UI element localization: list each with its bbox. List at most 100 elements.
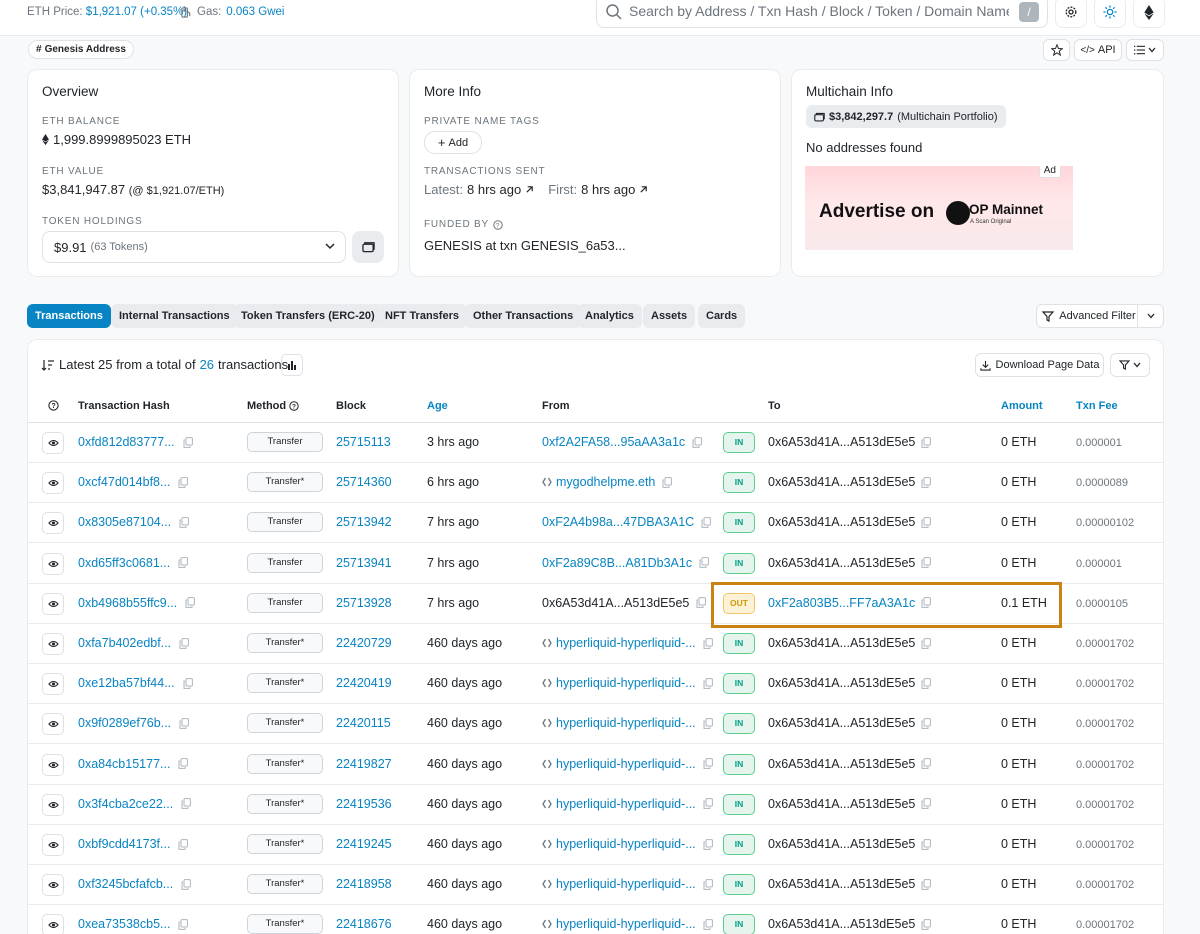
first-value[interactable]: 8 hrs ago — [581, 182, 635, 197]
tab-assets[interactable]: Assets — [643, 304, 696, 328]
advertisement-banner[interactable]: Ad Advertise on OP Mainnet A Scan Origin… — [805, 166, 1073, 250]
search-input[interactable] — [629, 3, 1009, 19]
chart-button[interactable] — [281, 354, 303, 376]
tab-nft-transfers[interactable]: NFT Transfers — [377, 304, 467, 328]
latest-value[interactable]: 8 hrs ago — [467, 182, 521, 197]
tx-hash-link[interactable]: 0xcf47d014bf8... — [78, 475, 170, 489]
block-link[interactable]: 22418958 — [336, 877, 392, 891]
tx-hash-link[interactable]: 0xbf9cdd4173f... — [78, 837, 170, 851]
add-private-tag-button[interactable]: + Add — [424, 131, 482, 154]
settings-button[interactable] — [1055, 0, 1087, 28]
view-details-button[interactable] — [42, 472, 64, 495]
copy-icon[interactable] — [696, 597, 707, 609]
col-header-age[interactable]: Age — [427, 400, 448, 412]
copy-icon[interactable] — [178, 758, 189, 769]
block-link[interactable]: 25713928 — [336, 596, 392, 610]
from-address[interactable]: mygodhelpme.eth — [556, 475, 655, 489]
tx-hash-link[interactable]: 0x9f0289ef76b... — [78, 716, 171, 730]
copy-icon[interactable] — [703, 878, 713, 890]
token-holdings-dropdown[interactable]: $9.91 (63 Tokens) — [42, 231, 346, 263]
copy-icon[interactable] — [178, 557, 189, 568]
copy-icon[interactable] — [662, 476, 673, 488]
tx-hash-link[interactable]: 0xfa7b402edbf... — [78, 636, 171, 650]
copy-icon[interactable] — [183, 677, 193, 689]
view-details-button[interactable] — [42, 673, 64, 696]
block-link[interactable]: 25713942 — [336, 515, 392, 529]
advanced-filter-button[interactable]: Advanced Filter — [1036, 304, 1142, 328]
copy-icon[interactable] — [703, 677, 713, 689]
tab-internal-transactions[interactable]: Internal Transactions — [111, 304, 238, 328]
block-link[interactable]: 22419536 — [336, 797, 392, 811]
block-link[interactable]: 22420729 — [336, 636, 392, 650]
api-button[interactable]: </> API — [1074, 39, 1122, 61]
favorite-button[interactable] — [1043, 39, 1070, 61]
copy-icon[interactable] — [921, 798, 932, 810]
tx-hash-link[interactable]: 0xa84cb15177... — [78, 757, 170, 771]
view-details-button[interactable] — [42, 753, 64, 776]
view-details-button[interactable] — [42, 834, 64, 856]
tx-hash-link[interactable]: 0xd65ff3c0681... — [78, 556, 170, 570]
view-details-button[interactable] — [42, 592, 64, 615]
copy-icon[interactable] — [921, 878, 932, 890]
summary-count[interactable]: 26 — [200, 357, 214, 372]
theme-toggle-button[interactable] — [1094, 0, 1126, 28]
view-details-button[interactable] — [42, 713, 64, 736]
from-address[interactable]: hyperliquid-hyperliquid-... — [556, 837, 696, 851]
copy-icon[interactable] — [703, 918, 713, 930]
col-header-fee[interactable]: Txn Fee — [1076, 400, 1118, 412]
multichain-portfolio-button[interactable]: $3,842,297.7 (Multichain Portfolio) — [806, 105, 1006, 128]
download-page-data-button[interactable]: Download Page Data — [975, 353, 1104, 377]
block-link[interactable]: 22420419 — [336, 676, 392, 690]
gas-value[interactable]: 0.063 Gwei — [226, 6, 284, 18]
tab-analytics[interactable]: Analytics — [577, 304, 642, 328]
view-details-button[interactable] — [42, 512, 64, 535]
view-details-button[interactable] — [42, 914, 64, 934]
copy-icon[interactable] — [703, 798, 713, 810]
block-link[interactable]: 25713941 — [336, 556, 392, 570]
view-details-button[interactable] — [42, 552, 64, 575]
info-icon[interactable]: ? — [289, 401, 299, 411]
advanced-filter-dropdown[interactable] — [1137, 304, 1164, 328]
block-link[interactable]: 25714360 — [336, 475, 392, 489]
copy-icon[interactable] — [703, 758, 713, 769]
view-details-button[interactable] — [42, 793, 64, 816]
copy-icon[interactable] — [921, 557, 932, 568]
copy-icon[interactable] — [178, 838, 189, 850]
copy-icon[interactable] — [178, 918, 189, 930]
block-link[interactable]: 22418676 — [336, 917, 392, 931]
copy-icon[interactable] — [179, 637, 190, 649]
copy-icon[interactable] — [181, 878, 192, 890]
copy-icon[interactable] — [921, 717, 932, 729]
col-header-amount[interactable]: Amount — [1001, 400, 1043, 412]
tx-hash-link[interactable]: 0xf3245bcfafcb... — [78, 877, 173, 891]
view-details-button[interactable] — [42, 633, 64, 655]
tx-hash-link[interactable]: 0xe12ba57bf44... — [78, 676, 175, 690]
eth-price-value[interactable]: $1,921.07 (+0.35%) — [86, 6, 187, 18]
copy-icon[interactable] — [921, 677, 932, 689]
copy-icon[interactable] — [703, 717, 713, 729]
from-address[interactable]: 0xF2A4b98a...47DBA3A1C — [542, 515, 694, 529]
tx-hash-link[interactable]: 0x3f4cba2ce22... — [78, 797, 173, 811]
copy-icon[interactable] — [701, 516, 712, 528]
from-address[interactable]: hyperliquid-hyperliquid-... — [556, 757, 696, 771]
copy-icon[interactable] — [921, 758, 932, 769]
copy-icon[interactable] — [185, 597, 196, 609]
copy-icon[interactable] — [921, 637, 932, 649]
token-portfolio-button[interactable] — [352, 231, 384, 263]
tx-hash-link[interactable]: 0xea73538cb5... — [78, 917, 170, 931]
tx-hash-link[interactable]: 0xfd812d83777... — [78, 435, 175, 449]
block-link[interactable]: 22419245 — [336, 837, 392, 851]
copy-icon[interactable] — [179, 516, 190, 528]
more-options-button[interactable] — [1126, 39, 1164, 61]
copy-icon[interactable] — [921, 516, 932, 528]
copy-icon[interactable] — [699, 557, 709, 568]
tab-cards[interactable]: Cards — [698, 304, 746, 328]
table-filter-button[interactable] — [1110, 353, 1150, 377]
from-address[interactable]: 0xF2a89C8B...A81Db3A1c — [542, 556, 692, 570]
copy-icon[interactable] — [921, 476, 932, 488]
genesis-address-badge[interactable]: # Genesis Address — [28, 40, 134, 59]
tab-other-transactions[interactable]: Other Transactions — [465, 304, 582, 328]
copy-icon[interactable] — [703, 838, 713, 850]
copy-icon[interactable] — [703, 637, 713, 649]
from-address[interactable]: hyperliquid-hyperliquid-... — [556, 676, 696, 690]
